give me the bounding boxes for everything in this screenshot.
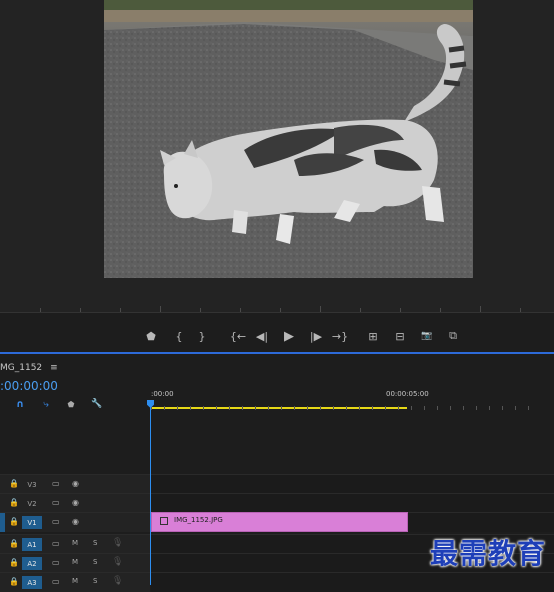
ruler-tick (502, 406, 503, 410)
program-monitor: ⬟ { } {← ◀| ▶ |▶ →} ⊞ ⊟ 📷 ⧉ (0, 0, 554, 344)
track-name[interactable]: V3 (22, 478, 42, 491)
ruler-mark-label: 00:00:05:00 (386, 390, 429, 398)
wrench-icon[interactable]: 🔧 (90, 397, 104, 411)
extract-icon[interactable]: ⊟ (391, 322, 409, 350)
playhead-line (150, 402, 151, 585)
panel-menu-icon[interactable]: ≡ (50, 363, 58, 373)
snap-icon[interactable]: ∩ (13, 397, 27, 411)
timeline-tools: ∩ ⤷ ⬟ 🔧 (0, 397, 150, 413)
step-forward-icon[interactable]: |▶ (307, 322, 325, 350)
ruler-tick (294, 406, 295, 410)
go-to-in-icon[interactable]: {← (229, 322, 247, 350)
lock-icon[interactable]: 🔒 (9, 539, 19, 548)
track-lane[interactable] (151, 475, 554, 494)
film-icon[interactable]: ▭ (52, 558, 60, 567)
ruler-tick (515, 406, 516, 410)
track-a3: 🔒 A3 ▭ M S 🎙 (0, 572, 554, 592)
step-back-icon[interactable]: ◀| (253, 322, 271, 350)
sequence-name: MG_1152 (0, 363, 43, 373)
ruler-tick (242, 406, 243, 410)
ruler-tick (372, 406, 373, 410)
lock-icon[interactable]: 🔒 (9, 517, 19, 526)
lift-icon[interactable]: ⊞ (364, 322, 382, 350)
cat-photo (104, 0, 473, 278)
lock-icon[interactable]: 🔒 (9, 558, 19, 567)
mark-in-icon[interactable]: { (170, 322, 188, 350)
track-lane[interactable] (151, 494, 554, 513)
ruler-tick (333, 406, 334, 410)
ruler-tick (385, 406, 386, 410)
mute-button[interactable]: M (72, 539, 78, 547)
track-v3: 🔒 V3 ▭ ◉ (0, 474, 554, 494)
linked-selection-icon[interactable]: ⤷ (39, 397, 53, 411)
ruler-tick (281, 406, 282, 410)
transport-controls: ⬟ { } {← ◀| ▶ |▶ →} ⊞ ⊟ 📷 ⧉ (0, 322, 554, 350)
ruler-tick (411, 406, 412, 410)
ruler-tick (203, 406, 204, 410)
ruler-tick (476, 406, 477, 410)
microphone-icon[interactable]: 🎙 (112, 576, 123, 586)
track-name[interactable]: V1 (22, 516, 42, 529)
ruler-tick (190, 406, 191, 410)
ruler-tick (255, 406, 256, 410)
clip-label: IMG_1152.JPG (174, 516, 223, 524)
timecode-display[interactable]: :00:00:00 (0, 379, 58, 393)
ruler-tick (346, 406, 347, 410)
track-name[interactable]: A2 (22, 557, 42, 570)
solo-button[interactable]: S (93, 577, 97, 585)
eye-icon[interactable]: ◉ (72, 517, 79, 526)
ruler-tick (320, 406, 321, 410)
ruler-tick (398, 406, 399, 410)
ruler-tick (437, 406, 438, 410)
ruler-tick (450, 406, 451, 410)
film-icon[interactable]: ▭ (52, 479, 60, 488)
ruler-tick (177, 406, 178, 410)
ruler-tick (359, 406, 360, 410)
marker-icon[interactable]: ⬟ (142, 322, 160, 350)
lock-icon[interactable]: 🔒 (9, 577, 19, 586)
ruler-tick (489, 406, 490, 410)
film-icon[interactable]: ▭ (52, 498, 60, 507)
ruler-tick (528, 406, 529, 410)
ruler-tick (229, 406, 230, 410)
add-marker-icon[interactable]: ⬟ (64, 397, 78, 411)
track-name[interactable]: V2 (22, 497, 42, 510)
solo-button[interactable]: S (93, 558, 97, 566)
track-v2: 🔒 V2 ▭ ◉ (0, 493, 554, 513)
go-to-out-icon[interactable]: →} (331, 322, 349, 350)
ruler-tick (164, 406, 165, 410)
camera-icon[interactable]: 📷 (418, 322, 436, 350)
ruler-tick (216, 406, 217, 410)
ruler-tick (307, 406, 308, 410)
sequence-tab[interactable]: MG_1152 ≡ (0, 360, 58, 376)
microphone-icon[interactable]: 🎙 (112, 538, 123, 548)
track-target-indicator[interactable] (0, 513, 5, 532)
lock-icon[interactable]: 🔒 (9, 498, 19, 507)
compare-icon[interactable]: ⧉ (444, 322, 462, 350)
track-name[interactable]: A1 (22, 538, 42, 551)
watermark-logo: 最需教育 (430, 537, 547, 570)
lock-icon[interactable]: 🔒 (9, 479, 19, 488)
video-frame (104, 0, 473, 278)
eye-icon[interactable]: ◉ (72, 498, 79, 507)
solo-button[interactable]: S (93, 539, 97, 547)
ruler-tick (463, 406, 464, 410)
microphone-icon[interactable]: 🎙 (112, 557, 123, 567)
mark-out-icon[interactable]: } (193, 322, 211, 350)
timeline-clip[interactable]: IMG_1152.JPG (151, 512, 408, 532)
play-icon[interactable]: ▶ (280, 322, 298, 350)
eye-icon[interactable]: ◉ (72, 479, 79, 488)
ruler-tick (268, 406, 269, 410)
timeline-ruler[interactable]: :00:00 00:00:05:00 (151, 386, 554, 410)
mute-button[interactable]: M (72, 558, 78, 566)
ruler-start-label: :00:00 (151, 390, 174, 398)
film-icon[interactable]: ▭ (52, 577, 60, 586)
fx-badge-icon (160, 517, 168, 525)
ruler-tick (424, 406, 425, 410)
mute-button[interactable]: M (72, 577, 78, 585)
monitor-scrubber[interactable] (0, 298, 554, 313)
film-icon[interactable]: ▭ (52, 517, 60, 526)
film-icon[interactable]: ▭ (52, 539, 60, 548)
